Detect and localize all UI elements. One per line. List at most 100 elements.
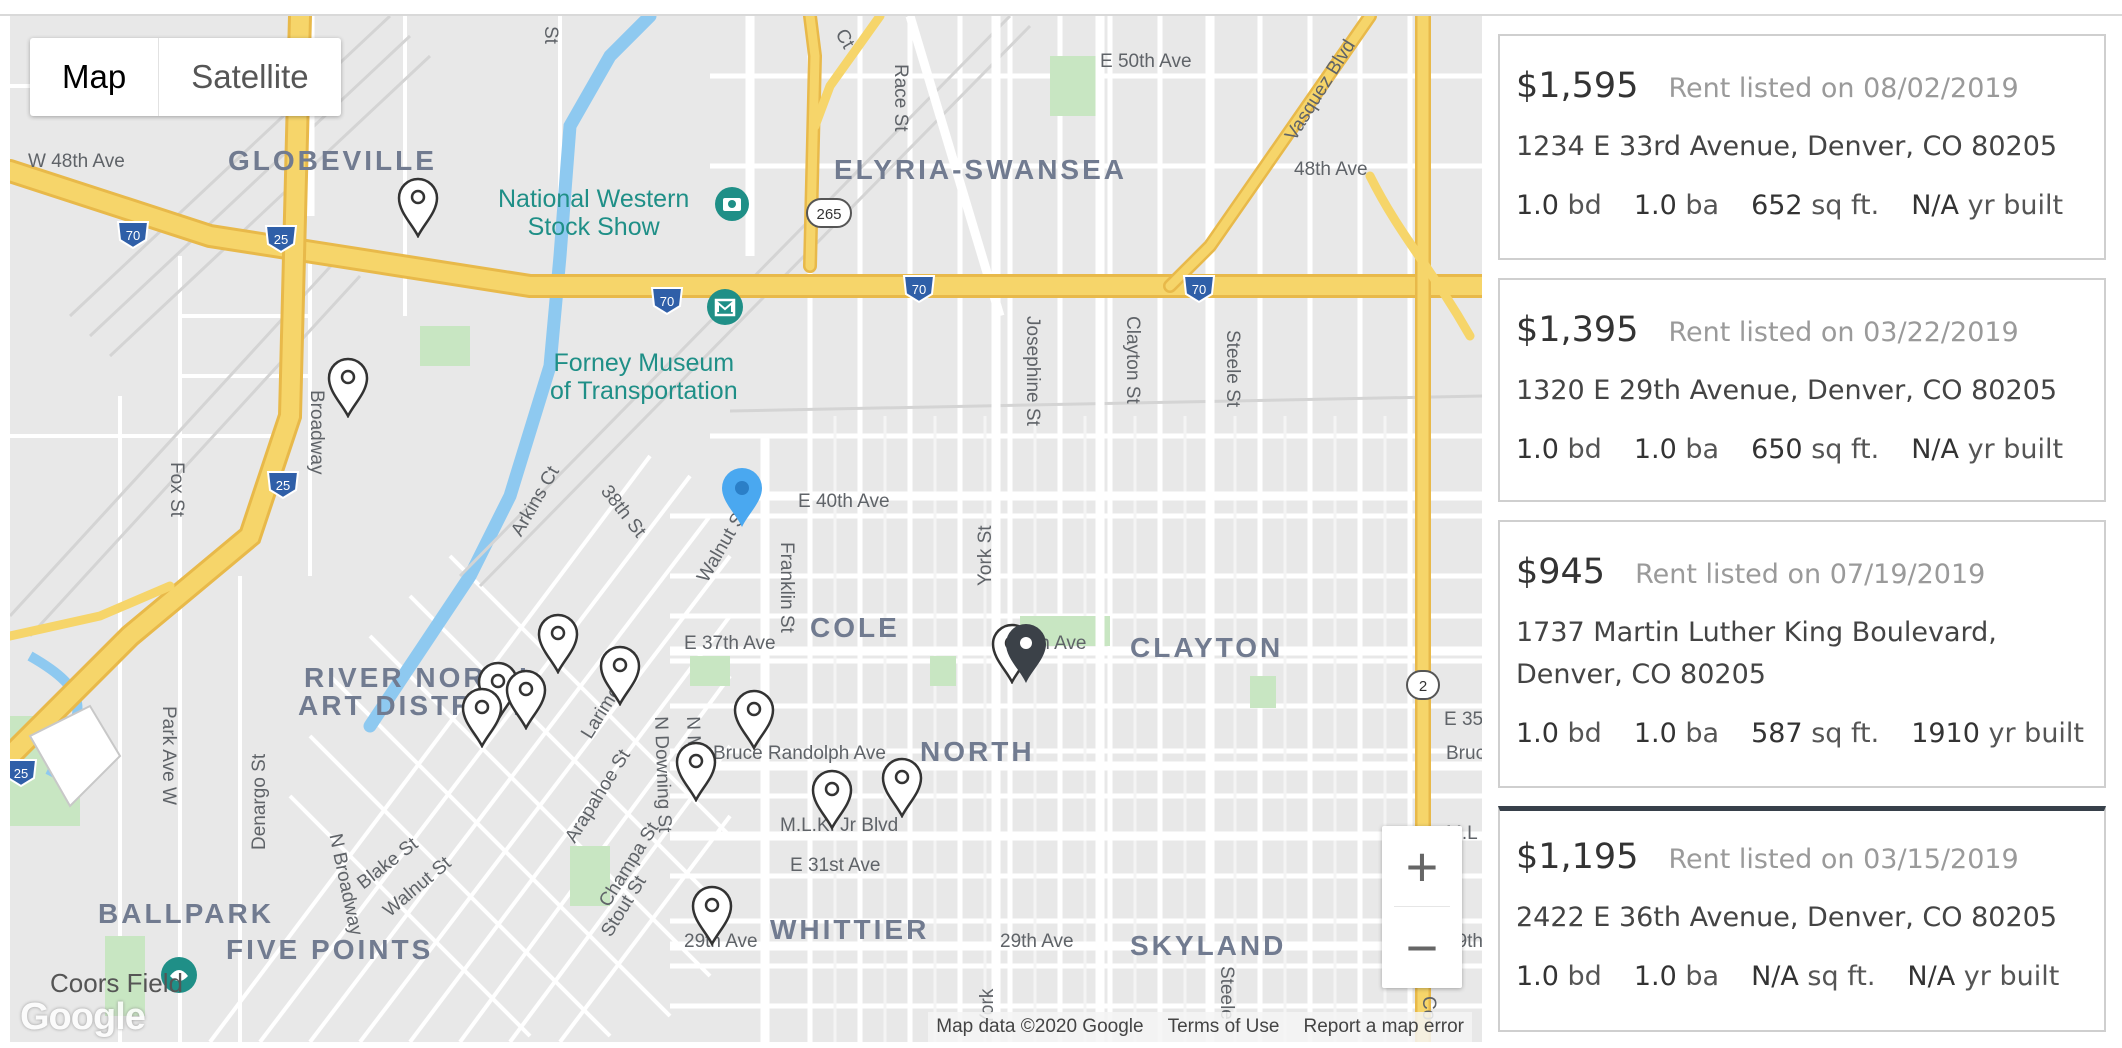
svg-text:265: 265 [816,206,841,223]
listing-price: $1,195 [1516,837,1639,877]
us-265-shield: 265 [806,198,852,228]
listing-pin-icon[interactable] [690,884,734,946]
listing-pin-icon[interactable] [732,688,776,750]
terms-of-use-link[interactable]: Terms of Use [1168,1016,1280,1038]
neighborhood-globeville: GLOBEVILLE [228,145,437,176]
poi-label-line2: Stock Show [527,212,660,241]
listing-date: Rent listed on 08/02/2019 [1668,73,2019,104]
poi-label-line1: Forney Museum [553,349,735,377]
listing-sqft: 587 sq ft. [1751,718,1880,749]
svg-text:25: 25 [14,766,28,781]
listing-panel: $1,595 Rent listed on 08/02/2019 1234 E … [1494,16,2122,1042]
listing-pin-icon[interactable] [810,768,854,830]
zoom-out-button[interactable]: − [1382,907,1462,988]
poi-forney-museum[interactable]: Forney Museum of Transportation [550,349,738,405]
interstate-70-shield: 70 [650,287,684,316]
listing-sqft: N/A sq ft. [1751,961,1876,992]
listing-pin-icon[interactable] [598,644,642,706]
svg-text:70: 70 [126,228,140,243]
svg-text:70: 70 [912,282,926,297]
street-e37th: E 37th Ave [684,633,776,654]
listing-specs: 1.0 bd 1.0 ba 587 sq ft. 1910 yr built [1516,718,2088,749]
listing-address: 2422 E 36th Avenue, Denver, CO 80205 [1516,902,2058,933]
google-logo[interactable]: Google [20,996,146,1039]
neighborhood-north: NORTH [920,736,1035,767]
listing-card[interactable]: $1,395 Rent listed on 03/22/2019 1320 E … [1498,278,2106,502]
neighborhood-cole: COLE [810,612,900,643]
listing-price: $1,595 [1516,66,1639,106]
street-clayton: Clayton St [1122,316,1143,404]
interstate-70-shield: 70 [902,275,936,304]
map-type-control: Map Satellite [30,38,341,116]
interstate-25-shield: 25 [10,759,38,788]
listing-baths: 1.0 ba [1633,718,1720,749]
listing-pin-icon[interactable] [536,612,580,674]
listing-baths: 1.0 ba [1633,961,1720,992]
camera-icon[interactable] [714,186,750,222]
listing-specs: 1.0 bd 1.0 ba N/A sq ft. N/A yr built [1516,961,2088,992]
street-fox: Fox St [166,462,187,517]
listing-year-built: N/A yr built [1911,190,2064,221]
street-st-north: St [540,26,561,44]
street-e40th: E 40th Ave [798,491,890,512]
street-bruce-edge: Bruc [1446,743,1482,764]
listing-card[interactable]: $1,595 Rent listed on 08/02/2019 1234 E … [1498,34,2106,260]
location-pin-icon[interactable] [720,466,764,528]
zoom-in-button[interactable]: + [1382,826,1462,907]
svg-text:2: 2 [1419,678,1427,695]
poi-national-western[interactable]: National Western Stock Show [498,185,690,241]
map-attribution: Map data ©2020 Google Terms of Use Repor… [928,1012,1472,1042]
listing-date: Rent listed on 07/19/2019 [1635,559,1986,590]
street-e50th: E 50th Ave [1100,51,1192,72]
listing-pin-icon[interactable] [396,176,440,238]
listing-card-selected[interactable]: $1,195 Rent listed on 03/15/2019 2422 E … [1498,806,2106,1032]
street-steele: Steele St [1222,330,1243,408]
museum-icon[interactable] [706,288,744,326]
map-data-credit: Map data ©2020 Google [936,1016,1144,1037]
neighborhood-ballpark: BALLPARK [98,898,274,929]
map-canvas[interactable]: GLOBEVILLE ELYRIA-SWANSEA COLE CLAYTON N… [10,16,1482,1042]
listing-baths: 1.0 ba [1633,190,1720,221]
street-e48th: 48th Ave [1294,159,1368,180]
listing-pin-icon[interactable] [326,356,370,418]
poi-coors-field[interactable]: Coors Field [50,970,183,996]
listing-pin-icon[interactable] [674,740,718,802]
street-denargo: Denargo St [249,753,270,850]
zoom-control: + − [1382,826,1462,988]
listing-sqft: 650 sq ft. [1751,434,1880,465]
svg-text:70: 70 [1192,282,1206,297]
report-map-error-link[interactable]: Report a map error [1303,1016,1464,1038]
listing-price: $1,395 [1516,310,1639,350]
interstate-70-shield: 70 [1182,275,1216,304]
poi-label-line1: National Western [498,185,690,213]
map-type-map-button[interactable]: Map [30,38,160,116]
listing-address: 1320 E 29th Avenue, Denver, CO 80205 [1516,375,2058,406]
listing-beds: 1.0 bd [1516,718,1602,749]
street-broadway: Broadway [306,390,327,475]
listing-pin-icon[interactable] [504,668,548,730]
street-park-ave-w: Park Ave W [158,706,179,805]
listing-beds: 1.0 bd [1516,190,1602,221]
listing-baths: 1.0 ba [1633,434,1720,465]
svg-text:25: 25 [274,232,288,247]
street-29th-east: 29th Ave [1000,931,1074,952]
street-franklin: Franklin St [776,542,797,633]
listing-card[interactable]: $945 Rent listed on 07/19/2019 1737 Mart… [1498,520,2106,788]
listing-beds: 1.0 bd [1516,434,1602,465]
interstate-70-shield: 70 [116,221,150,250]
map-type-satellite-button[interactable]: Satellite [159,38,340,116]
listing-year-built: N/A yr built [1907,961,2060,992]
listing-date: Rent listed on 03/22/2019 [1668,317,2019,348]
listing-specs: 1.0 bd 1.0 ba 652 sq ft. N/A yr built [1516,190,2088,221]
listing-pin-icon[interactable] [460,686,504,748]
neighborhood-clayton: CLAYTON [1130,632,1284,663]
listing-sqft: 652 sq ft. [1751,190,1880,221]
listing-pin-selected-icon[interactable] [1004,622,1048,684]
street-w48th: W 48th Ave [28,151,125,172]
listing-price: $945 [1516,552,1606,592]
poi-label-line2: of Transportation [550,376,738,405]
listing-pin-icon[interactable] [880,756,924,818]
listing-address: 1234 E 33rd Avenue, Denver, CO 80205 [1516,131,2058,162]
listing-specs: 1.0 bd 1.0 ba 650 sq ft. N/A yr built [1516,434,2088,465]
neighborhood-elyria-swansea: ELYRIA-SWANSEA [834,154,1128,185]
